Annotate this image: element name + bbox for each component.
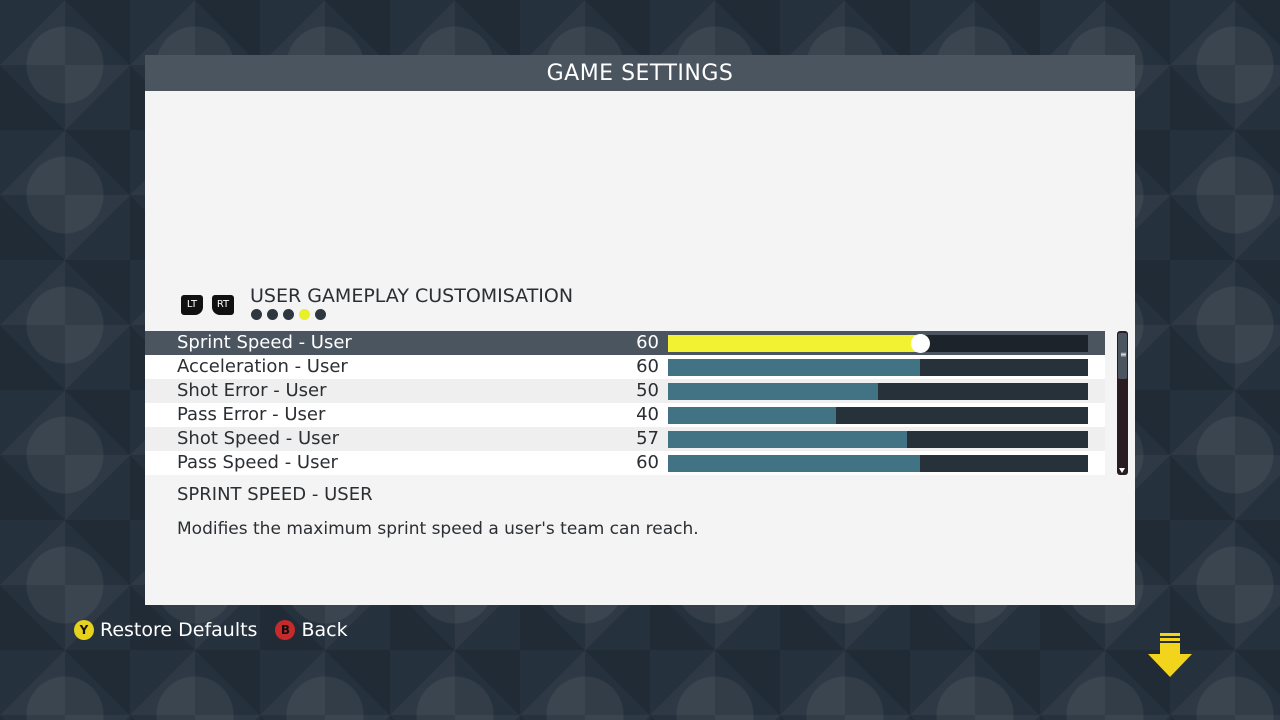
restore-defaults-button[interactable]: Y Restore Defaults (74, 619, 257, 641)
scrollbar-thumb[interactable]: ≡ (1118, 333, 1127, 379)
rt-trigger-icon[interactable]: RT (212, 295, 234, 315)
slider-fill (668, 359, 920, 376)
setting-slider[interactable] (668, 359, 1088, 376)
section-title: USER GAMEPLAY CUSTOMISATION (250, 285, 574, 307)
setting-slider[interactable] (668, 334, 1088, 353)
slider-fill (668, 431, 908, 448)
slider-fill (668, 455, 920, 472)
setting-slider[interactable] (668, 407, 1088, 424)
setting-value: 60 (636, 452, 659, 473)
page-dot (315, 309, 326, 320)
setting-slider[interactable] (668, 455, 1088, 472)
setting-row[interactable]: Acceleration - User 60 (145, 355, 1105, 379)
setting-label: Pass Speed - User (177, 452, 338, 473)
page-dot (267, 309, 278, 320)
restore-defaults-label: Restore Defaults (100, 619, 258, 641)
lt-trigger-icon[interactable]: LT (181, 295, 203, 315)
setting-row[interactable]: Sprint Speed - User 60 (145, 331, 1105, 355)
setting-value: 57 (636, 428, 659, 449)
setting-row[interactable]: Pass Speed - User 60 (145, 451, 1105, 475)
setting-slider[interactable] (668, 431, 1088, 448)
scrollbar[interactable]: ≡ (1117, 331, 1128, 475)
description-title: SPRINT SPEED - USER (177, 484, 373, 505)
slider-fill (668, 407, 836, 424)
scroll-down-arrow-icon[interactable] (1147, 632, 1193, 678)
setting-label: Acceleration - User (177, 356, 348, 377)
page-dot (299, 309, 310, 320)
slider-knob[interactable] (911, 334, 930, 353)
page-title: GAME SETTINGS (145, 55, 1135, 91)
page-dot (283, 309, 294, 320)
footer-hints: Y Restore Defaults B Back (74, 619, 366, 641)
setting-row[interactable]: Shot Speed - User 57 (145, 427, 1105, 451)
setting-value: 60 (636, 332, 659, 353)
setting-slider[interactable] (668, 383, 1088, 400)
settings-list: Sprint Speed - User 60 Acceleration - User… (145, 331, 1105, 475)
setting-row[interactable]: Shot Error - User 50 (145, 379, 1105, 403)
description-text: Modifies the maximum sprint speed a user… (177, 519, 699, 539)
setting-label: Pass Error - User (177, 404, 326, 425)
back-button[interactable]: B Back (275, 619, 348, 641)
grip-icon: ≡ (1120, 350, 1127, 359)
slider-fill (668, 383, 878, 400)
setting-value: 60 (636, 356, 659, 377)
setting-row[interactable]: Pass Error - User 40 (145, 403, 1105, 427)
b-button-icon: B (275, 620, 296, 640)
scroll-down-icon[interactable] (1119, 468, 1125, 473)
setting-label: Sprint Speed - User (177, 332, 352, 353)
setting-value: 50 (636, 380, 659, 401)
y-button-icon: Y (74, 620, 94, 640)
settings-panel: GAME SETTINGS LT RT USER GAMEPLAY CUSTOM… (145, 55, 1135, 605)
slider-fill (668, 335, 920, 352)
page-dot (251, 309, 262, 320)
setting-value: 40 (636, 404, 659, 425)
setting-label: Shot Error - User (177, 380, 327, 401)
back-label: Back (301, 619, 348, 641)
setting-label: Shot Speed - User (177, 428, 340, 449)
page-indicator (251, 309, 326, 320)
